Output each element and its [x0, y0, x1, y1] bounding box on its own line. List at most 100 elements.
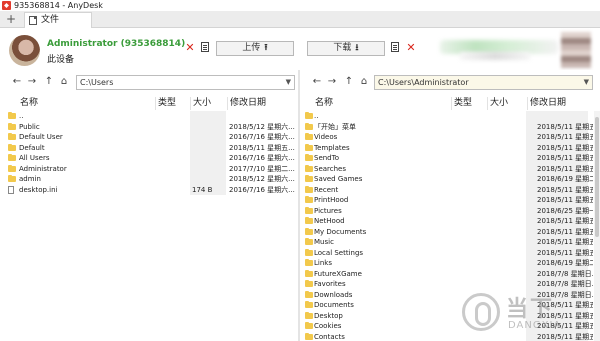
file-date: 2017/7/10 星期二... [229, 164, 295, 173]
col-date[interactable]: 修改日期 [227, 97, 298, 110]
delete-left-icon[interactable]: ✕ [185, 42, 195, 53]
up-arrow-icon[interactable]: ↑ [343, 76, 355, 88]
folder-icon [305, 133, 313, 140]
folder-icon [305, 290, 313, 298]
file-row[interactable]: Pictures 2018/6/25 星期一... [300, 205, 600, 216]
file-row[interactable]: PrintHood 2018/5/11 星期五... [300, 195, 600, 206]
file-size [192, 111, 226, 122]
file-row[interactable]: .. [0, 111, 298, 122]
col-name[interactable]: 名称 [313, 97, 450, 110]
upload-button[interactable]: 上传 ⭱ [216, 41, 294, 56]
col-date[interactable]: 修改日期 [527, 97, 592, 110]
file-row[interactable]: NetHood 2018/5/11 星期五... [300, 216, 600, 227]
file-name: Recent [314, 185, 339, 194]
file-date [229, 111, 297, 122]
file-row[interactable]: Links 2018/6/19 星期二... [300, 258, 600, 269]
file-row[interactable]: Favorites 2018/7/8 星期日... [300, 279, 600, 290]
file-icon [29, 16, 37, 25]
back-arrow-icon[interactable]: ← [11, 76, 23, 88]
file-date: 2018/5/11 星期五... [537, 196, 593, 204]
local-pane: ← → ↑ ⌂ C:\Users ▼ 名称 类型 大小 修改日期 .. Publi… [0, 70, 298, 341]
file-row[interactable]: Local Settings 2018/5/11 星期五... [300, 247, 600, 258]
file-date: 2018/5/11 星期五... [537, 143, 593, 152]
file-row[interactable]: desktop.ini 174 B 2016/7/16 星期六... [0, 184, 298, 195]
file-row[interactable]: Recent 2018/5/11 星期五... [300, 184, 600, 195]
folder-icon [305, 217, 313, 224]
remote-path-input[interactable]: C:\Users\Administrator ▼ [374, 75, 593, 90]
file-name: Favorites [314, 280, 346, 288]
new-folder-left-icon[interactable] [201, 42, 209, 52]
col-name[interactable]: 名称 [18, 97, 154, 110]
file-date: 2018/5/11 星期五... [537, 332, 593, 341]
local-path-text: C:\Users [80, 78, 114, 87]
col-type[interactable]: 类型 [451, 97, 486, 110]
file-date: 2018/7/8 星期日... [537, 269, 593, 278]
tab-files[interactable]: 文件 [24, 12, 92, 28]
file-name: Links [314, 259, 332, 267]
file-row[interactable]: 「开始」菜单 2018/5/11 星期五... [300, 121, 600, 132]
file-name: Documents [314, 301, 354, 309]
up-arrow-icon[interactable]: ↑ [43, 76, 55, 88]
folder-icon [305, 206, 313, 214]
chevron-down-icon[interactable]: ▼ [286, 76, 291, 89]
local-file-list: .. Public 2018/5/12 星期六... Default User 2016… [0, 111, 298, 195]
file-row[interactable]: Administrator 2017/7/10 星期二... [0, 163, 298, 175]
remote-pane: ← → ↑ ⌂ C:\Users\Administrator ▼ 名称 类型 大… [300, 70, 600, 341]
home-icon[interactable]: ⌂ [58, 76, 70, 88]
file-row[interactable]: Default 2018/5/11 星期五... [0, 142, 298, 154]
file-size [192, 143, 226, 154]
file-row[interactable]: Public 2018/5/12 星期六... [0, 121, 298, 133]
col-size[interactable]: 大小 [487, 97, 526, 110]
folder-icon [305, 238, 313, 245]
file-row[interactable]: FutureXGame 2018/7/8 星期日... [300, 268, 600, 279]
file-row[interactable]: Cookies 2018/5/11 星期五... [300, 321, 600, 332]
file-row[interactable]: Videos 2018/5/11 星期五... [300, 132, 600, 143]
col-size[interactable]: 大小 [190, 97, 226, 110]
file-name: desktop.ini [19, 185, 58, 194]
file-size [192, 122, 226, 133]
file-name: Templates [314, 143, 350, 152]
scroll-thumb[interactable] [595, 117, 599, 237]
file-name: .. [314, 112, 319, 120]
file-row[interactable]: Searches 2018/5/11 星期五... [300, 163, 600, 174]
file-row[interactable]: Templates 2018/5/11 星期五... [300, 142, 600, 153]
delete-right-icon[interactable]: ✕ [406, 42, 416, 53]
file-row[interactable]: My Documents 2018/5/11 星期五... [300, 226, 600, 237]
file-row[interactable]: Default User 2016/7/16 星期六... [0, 132, 298, 143]
file-date: 2018/5/11 星期五... [537, 311, 593, 320]
file-row[interactable]: Documents 2018/5/11 星期五... [300, 300, 600, 311]
file-row[interactable]: .. [300, 111, 600, 122]
remote-scrollbar[interactable] [594, 111, 600, 341]
forward-arrow-icon[interactable]: → [26, 76, 38, 88]
folder-icon [305, 332, 313, 340]
file-name: Desktop [314, 311, 343, 320]
file-row[interactable]: All Users 2016/7/16 星期六... [0, 153, 298, 164]
file-name: admin [19, 175, 41, 183]
remote-name: Administrator (935368814) [47, 39, 186, 49]
col-type[interactable]: 类型 [155, 97, 189, 110]
file-name: .. [19, 112, 24, 120]
local-column-headers: 名称 类型 大小 修改日期 [0, 97, 298, 110]
file-row[interactable]: Music 2018/5/11 星期五... [300, 237, 600, 248]
folder-icon [305, 311, 313, 319]
new-folder-right-icon[interactable] [391, 42, 399, 52]
file-row[interactable]: Saved Games 2018/6/19 星期二... [300, 174, 600, 185]
file-row[interactable]: admin 2018/5/12 星期六... [0, 174, 298, 185]
download-button[interactable]: 下载 ⭳ [307, 41, 385, 56]
upload-label: 上传 [242, 43, 261, 53]
chevron-down-icon[interactable]: ▼ [584, 76, 589, 89]
file-row[interactable]: SendTo 2018/5/11 星期五... [300, 153, 600, 164]
home-icon[interactable]: ⌂ [358, 76, 370, 88]
local-path-input[interactable]: C:\Users ▼ [76, 75, 295, 90]
folder-icon [305, 196, 313, 203]
back-arrow-icon[interactable]: ← [311, 76, 323, 88]
forward-arrow-icon[interactable]: → [326, 76, 338, 88]
file-date: 2018/5/11 星期五... [537, 217, 593, 225]
folder-icon [305, 185, 313, 193]
add-tab-button[interactable]: + [5, 13, 17, 25]
file-row[interactable]: Contacts 2018/5/11 星期五... [300, 331, 600, 341]
file-row[interactable]: Downloads 2018/7/8 星期日... [300, 289, 600, 300]
file-row[interactable]: Desktop 2018/5/11 星期五... [300, 310, 600, 321]
file-size [192, 164, 226, 175]
file-name: Saved Games [314, 175, 363, 183]
